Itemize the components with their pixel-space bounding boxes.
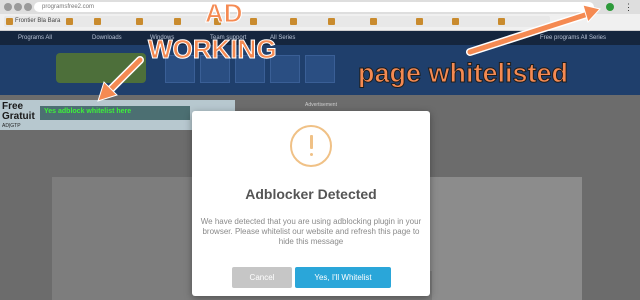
arrow-to-extension bbox=[466, 4, 601, 56]
annotation-ad: AD bbox=[205, 0, 244, 29]
annotation-working: WORKING bbox=[148, 34, 278, 65]
annotation-page-whitelisted: page whitelisted bbox=[357, 58, 569, 89]
arrow-to-ad bbox=[97, 56, 144, 102]
annotation-arrows bbox=[97, 4, 601, 102]
